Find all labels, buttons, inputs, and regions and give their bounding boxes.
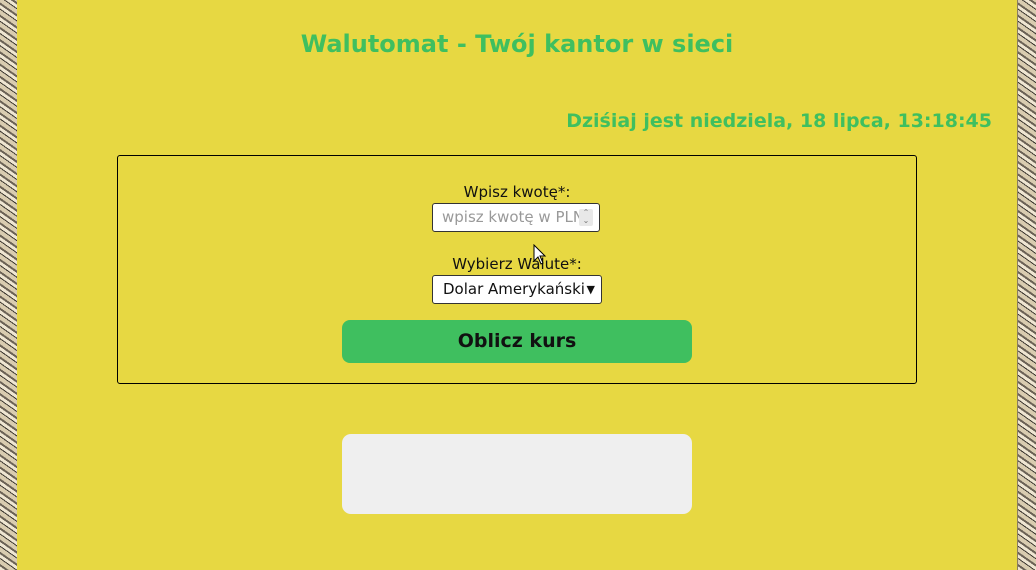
result-box	[342, 434, 692, 514]
amount-label: Wpisz kwotę*:	[463, 183, 571, 201]
exchange-form: Wpisz kwotę*: wpisz kwotę w PLN ⌃ ⌄ Wybie…	[117, 155, 917, 384]
background-banknote-left	[0, 0, 18, 570]
amount-placeholder: wpisz kwotę w PLN	[442, 208, 585, 226]
chevron-down-icon: ▼	[586, 283, 595, 296]
main-container: Walutomat - Twój kantor w sieci Dziśiaj …	[17, 0, 1017, 570]
mouse-pointer-icon	[533, 244, 547, 265]
calculate-button[interactable]: Oblicz kurs	[342, 320, 692, 363]
current-date: Dziśiaj jest niedziela, 18 lipca, 13:18:…	[566, 110, 992, 132]
amount-input[interactable]: wpisz kwotę w PLN ⌃ ⌄	[432, 203, 600, 232]
number-spinner-icon[interactable]: ⌃ ⌄	[579, 209, 593, 226]
background-banknote-right	[1018, 0, 1036, 570]
currency-label: Wybierz Walute*:	[452, 255, 582, 273]
currency-selected-value: Dolar Amerykański	[443, 280, 585, 298]
currency-select[interactable]: Dolar Amerykański ▼	[432, 275, 602, 304]
page-title: Walutomat - Twój kantor w sieci	[300, 30, 734, 58]
